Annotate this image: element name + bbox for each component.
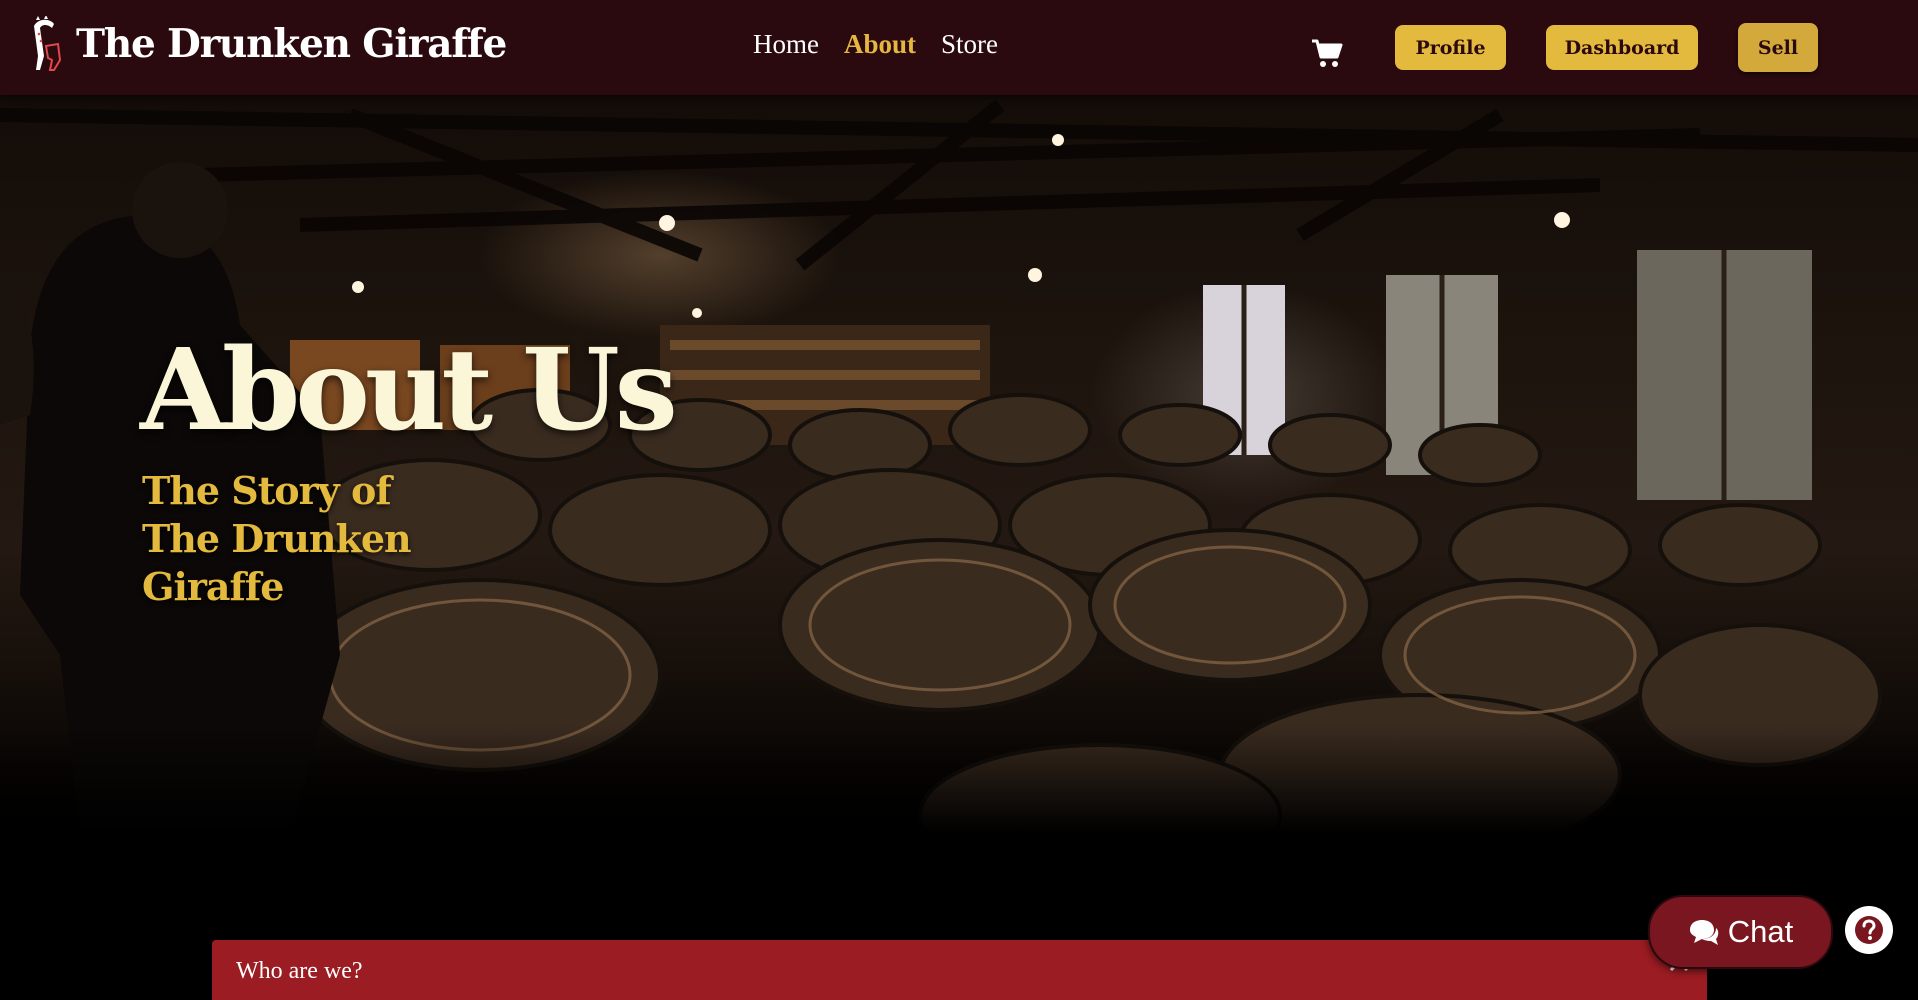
profile-button[interactable]: Profile <box>1395 25 1506 70</box>
page-title: About Us <box>140 325 678 456</box>
accordion-title: Who are we? <box>236 958 363 984</box>
main-nav: Home About Store <box>753 29 1023 60</box>
chat-button[interactable]: Chat <box>1648 895 1833 969</box>
nav-link-store[interactable]: Store <box>941 29 998 60</box>
giraffe-logo-icon <box>34 16 62 71</box>
brand-name: The Drunken Giraffe <box>76 21 507 67</box>
shopping-cart-icon[interactable] <box>1311 38 1343 68</box>
hero-section: About Us The Story of The Drunken Giraff… <box>0 95 1918 845</box>
accordion-who-are-we[interactable]: Who are we? <box>212 940 1707 1000</box>
chat-bubbles-icon <box>1689 920 1718 945</box>
navbar: The Drunken Giraffe Home About Store Pro… <box>0 0 1918 95</box>
hero-bottom-fade <box>0 725 1918 845</box>
sell-button[interactable]: Sell <box>1738 23 1818 72</box>
nav-link-about[interactable]: About <box>844 29 916 60</box>
dashboard-button[interactable]: Dashboard <box>1546 25 1698 70</box>
help-button[interactable] <box>1845 906 1893 954</box>
question-circle-icon <box>1855 916 1883 944</box>
page-subtitle: The Story of The Drunken Giraffe <box>142 468 412 609</box>
chat-label: Chat <box>1727 914 1794 949</box>
nav-link-home[interactable]: Home <box>753 29 819 60</box>
brand[interactable]: The Drunken Giraffe <box>28 14 507 74</box>
